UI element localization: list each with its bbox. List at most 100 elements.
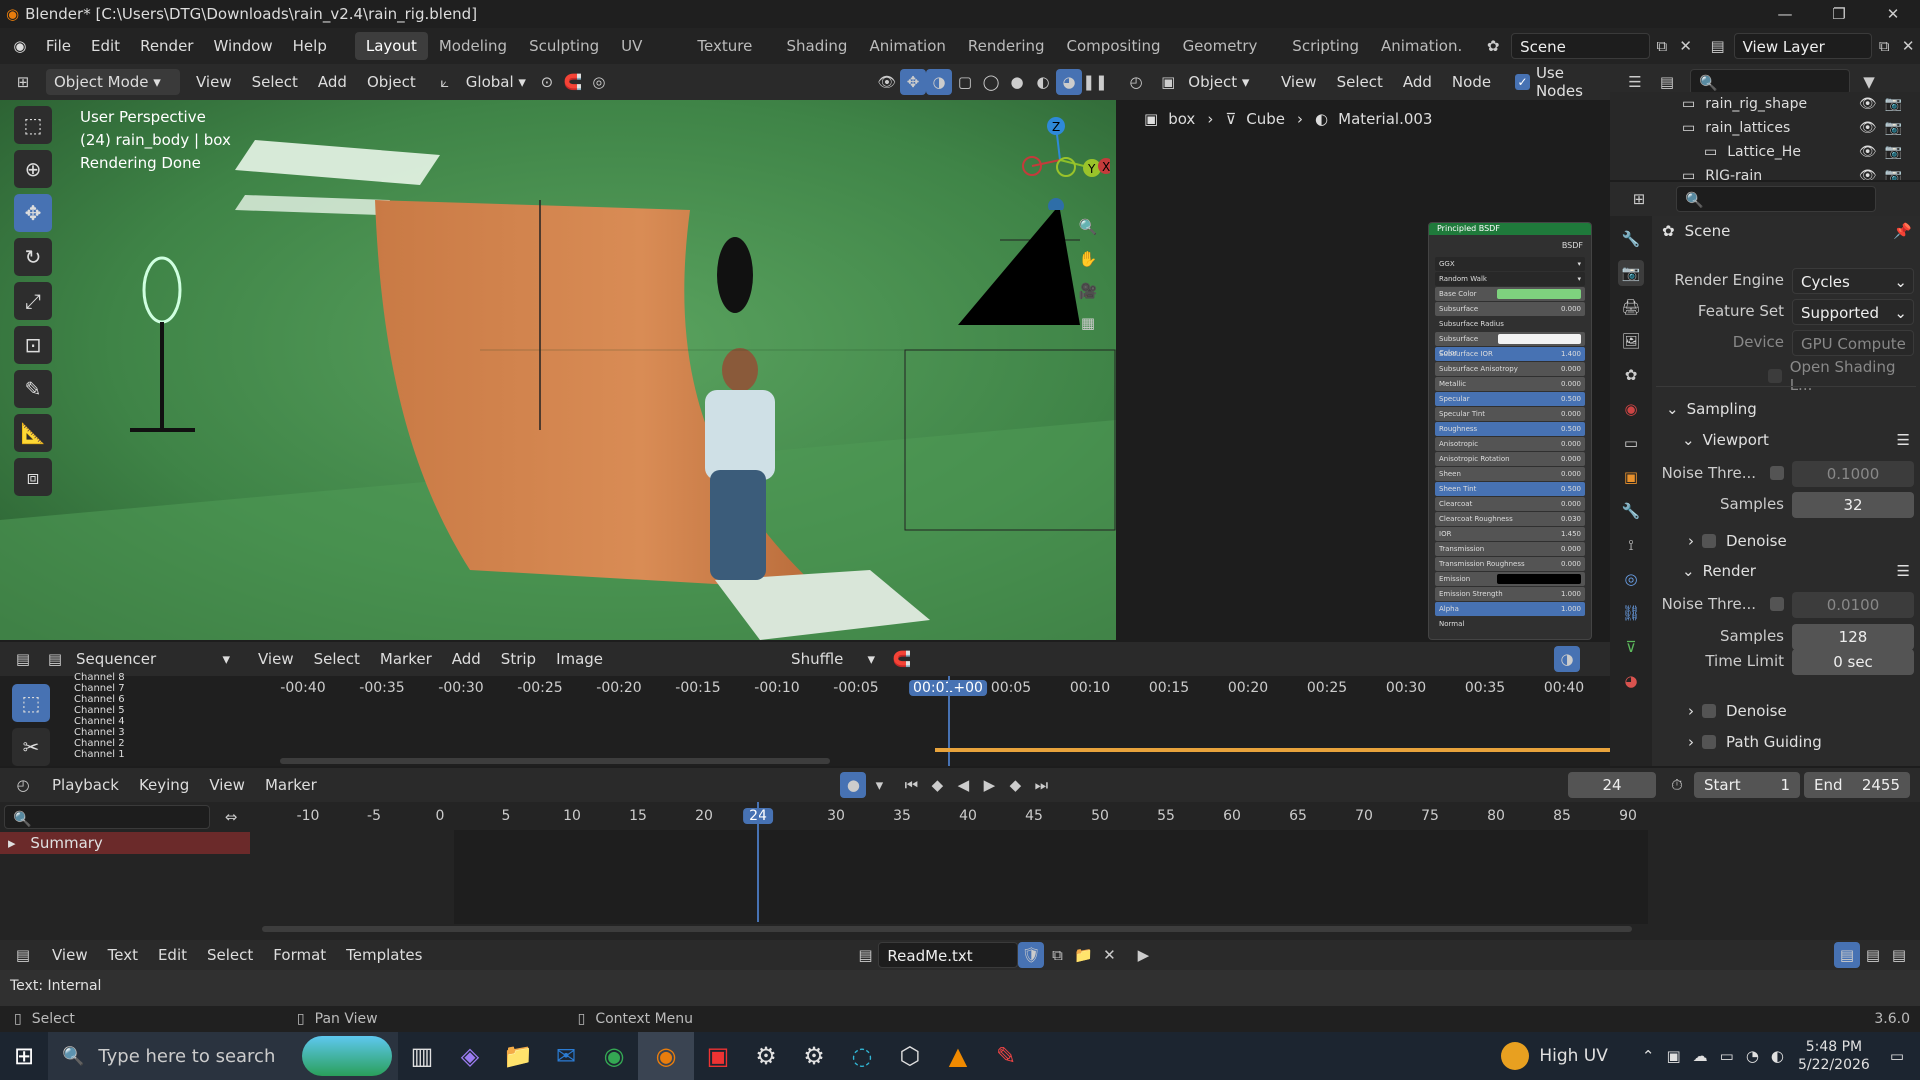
seq-menu-strip[interactable]: Strip [491, 645, 546, 673]
new-view-layer-icon[interactable]: ⧉ [1872, 33, 1896, 59]
properties-type-icon[interactable]: ⊞ [1626, 186, 1652, 212]
node-socket-row[interactable]: Specular 0.500 [1435, 392, 1585, 406]
feature-set-dropdown[interactable]: Supported ⌄ [1792, 299, 1914, 325]
workspace-tab-modeling[interactable]: Modeling [428, 32, 518, 60]
node-color-swatch[interactable] [1497, 289, 1581, 299]
node-sss-method[interactable]: Random Walk ▾ [1435, 272, 1585, 286]
node-menu-add[interactable]: Add [1393, 68, 1442, 96]
r-denoise-subpanel[interactable]: › Denoise [1688, 702, 1787, 720]
outliner-item[interactable]: ▭ rain_rig_shape 👁 📷 [1610, 92, 1920, 116]
output-tab-icon[interactable]: 🖨 [1618, 294, 1644, 320]
seq-menu-view[interactable]: View [248, 645, 304, 673]
scale-tool-icon[interactable]: ⤢ [14, 282, 52, 320]
syntax-icon[interactable]: ▤ [1886, 942, 1912, 968]
workspace-tab-geometry-nodes[interactable]: Geometry Nodes [1172, 32, 1282, 83]
seq-menu-image[interactable]: Image [546, 645, 613, 673]
menu-render[interactable]: Render [130, 32, 203, 60]
node-socket-row[interactable]: Sheen 0.000 [1435, 467, 1585, 481]
node-socket-row[interactable]: Clearcoat 0.000 [1435, 497, 1585, 511]
weather-icon[interactable] [1501, 1042, 1530, 1070]
task-view-icon[interactable]: ▥ [398, 1032, 446, 1080]
node-socket-row[interactable]: Subsurface Color [1435, 332, 1585, 357]
node-color-swatch[interactable] [1498, 334, 1581, 344]
unity-icon[interactable]: ⬡ [886, 1032, 934, 1080]
chrome-icon[interactable]: ◉ [590, 1032, 638, 1080]
node-socket-row[interactable]: Clearcoat Roughness 0.030 [1435, 512, 1585, 526]
device-dropdown[interactable]: GPU Compute [1792, 330, 1914, 356]
snap-icon[interactable]: 🧲 [560, 69, 586, 95]
text-file-selector[interactable]: ReadMe.txt [878, 942, 1019, 968]
particles-tab-icon[interactable]: ⟟ [1618, 532, 1644, 558]
volume-icon[interactable]: ◐ [1771, 1047, 1784, 1065]
annotate-tool-icon[interactable]: ✎ [14, 370, 52, 408]
blender-menu-icon[interactable]: ◉ [8, 33, 32, 59]
workspace-tab-scripting[interactable]: Scripting [1281, 32, 1370, 60]
seq-playhead[interactable] [948, 676, 950, 766]
play-icon[interactable]: ▶ [976, 772, 1002, 798]
sequencer-area[interactable]: ⬚ ✂ Channel 8 Channel 7 Channel 6 Channel 5… [0, 672, 1610, 766]
measure-tool-icon[interactable]: 📐 [14, 414, 52, 452]
visibility-icon[interactable]: 👁 [874, 69, 900, 95]
text-menu-text[interactable]: Text [98, 941, 148, 969]
settings-icon[interactable]: ⚙ [742, 1032, 790, 1080]
workspace-tab-layout[interactable]: Layout [354, 32, 428, 60]
collection-tab-icon[interactable]: ▭ [1618, 430, 1644, 456]
render-list-icon[interactable]: ☰ [1897, 562, 1910, 580]
node-socket-row[interactable]: Roughness 0.500 [1435, 422, 1585, 436]
sampling-panel-header[interactable]: ⌄ Sampling [1666, 400, 1910, 418]
material-shading-icon[interactable]: ◐ [1030, 69, 1056, 95]
outliner-item[interactable]: ▭ Lattice_He 👁 📷 [1610, 140, 1920, 164]
new-scene-icon[interactable]: ⧉ [1650, 33, 1674, 59]
eye-icon[interactable]: 👁 [1859, 144, 1877, 160]
copilot-icon[interactable]: ◈ [446, 1032, 494, 1080]
text-menu-format[interactable]: Format [263, 941, 336, 969]
line-numbers-icon[interactable]: ▤ [1834, 942, 1860, 968]
menu-window[interactable]: Window [203, 32, 282, 60]
render-engine-dropdown[interactable]: Cycles ⌄ [1792, 268, 1914, 294]
text-browse-icon[interactable]: ▤ [852, 942, 878, 968]
proportional-edit-icon[interactable]: ◎ [586, 69, 612, 95]
tray-chevron-icon[interactable]: ⌃ [1642, 1047, 1655, 1065]
node-socket-row[interactable]: Transmission Roughness 0.000 [1435, 557, 1585, 571]
principled-bsdf-node[interactable]: Principled BSDF BSDF GGX ▾ Random Walk ▾ B… [1428, 222, 1592, 640]
outliner-item[interactable]: ▭ RIG-rain 👁 📷 [1610, 164, 1920, 180]
node-socket-row[interactable]: Anisotropic 0.000 [1435, 437, 1585, 451]
camera-icon[interactable]: 📷 [1885, 96, 1902, 112]
node-editor[interactable]: ▣ box › ⊽ Cube › ◐ Material.003 Principled … [1116, 100, 1610, 640]
r-noise-field[interactable]: 0.0100 [1792, 592, 1914, 618]
select-box-tool-icon[interactable]: ⬚ [14, 106, 52, 144]
close-icon[interactable]: ✕ [1866, 1, 1920, 27]
shader-type-selector[interactable]: Object ▾ [1180, 69, 1265, 95]
text-menu-select[interactable]: Select [197, 941, 263, 969]
workspace-tab-rendering[interactable]: Rendering [957, 32, 1056, 60]
menu-help[interactable]: Help [283, 32, 337, 60]
add-cube-tool-icon[interactable]: ⧈ [14, 458, 52, 496]
weather-label[interactable]: High UV [1539, 1046, 1608, 1066]
current-frame-field[interactable]: 24 [1568, 772, 1657, 798]
summary-channel[interactable]: ▸ Summary [0, 832, 250, 854]
node-menu-view[interactable]: View [1271, 68, 1327, 96]
scene-icon[interactable]: ✿ [1481, 33, 1505, 59]
node-socket-row[interactable]: Subsurface Anisotropy 0.000 [1435, 362, 1585, 376]
tray-app-icon[interactable]: ▣ [1666, 1047, 1680, 1065]
path-guiding-subpanel[interactable]: › Path Guiding [1688, 733, 1822, 751]
seq-blade-tool-icon[interactable]: ✂ [12, 728, 50, 766]
menu-edit[interactable]: Edit [81, 32, 130, 60]
app-paint-icon[interactable]: ✎ [982, 1032, 1030, 1080]
node-editor-type-icon[interactable]: ◴ [1124, 69, 1148, 95]
timeline-menu-view[interactable]: View [199, 771, 255, 799]
object-tab-icon[interactable]: ▣ [1618, 464, 1644, 490]
camera-icon[interactable]: 📷 [1885, 120, 1902, 136]
remove-view-layer-icon[interactable]: ✕ [1896, 33, 1920, 59]
frame-end-field[interactable]: End 2455 [1804, 772, 1911, 798]
node-socket-row[interactable]: Subsurface Radius [1435, 317, 1585, 331]
sequencer-type-icon[interactable]: ▤ [10, 646, 36, 672]
windows-start-icon[interactable]: ⊞ [0, 1032, 48, 1080]
vp-denoise-subpanel[interactable]: › Denoise [1688, 532, 1787, 550]
node-socket-row[interactable]: Sheen Tint 0.500 [1435, 482, 1585, 496]
minimize-icon[interactable]: — [1758, 1, 1812, 27]
rendered-shading-icon[interactable]: ◕ [1056, 69, 1082, 95]
preview-range-icon[interactable]: ⏱ [1664, 772, 1690, 798]
jump-start-icon[interactable]: ⏮ [898, 772, 924, 798]
node-socket-row[interactable]: IOR 1.450 [1435, 527, 1585, 541]
